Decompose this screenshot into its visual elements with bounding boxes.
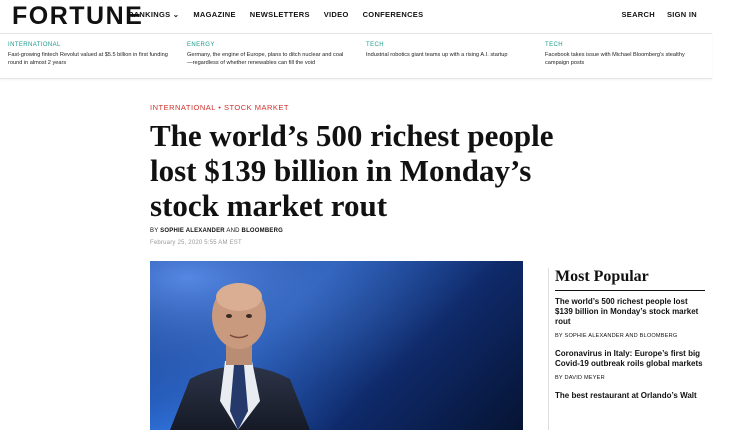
ticker-item[interactable]: ENERGY Germany, the engine of Europe, pl… [187,42,347,67]
fortune-logo[interactable]: FORTUNE [12,2,143,31]
article-headline: The world’s 500 richest people lost $139… [150,118,554,223]
nav-rankings[interactable]: RANKINGS ⌄ [128,10,179,19]
hero-image [150,261,523,430]
ticker-item[interactable]: INTERNATIONAL Fast-growing fintech Revol… [8,42,168,67]
headline-ticker: INTERNATIONAL Fast-growing fintech Revol… [0,33,712,79]
popular-item-byline: BY DAVID MEYER [555,375,605,381]
ticker-headline[interactable]: Industrial robotics giant teams up with … [366,51,526,59]
author-link[interactable]: BLOOMBERG [242,228,283,234]
hero-photo-illustration [150,261,523,430]
ticker-item[interactable]: TECH Industrial robotics giant teams up … [366,42,526,59]
ticker-category: TECH [366,42,384,48]
author-link[interactable]: SOPHIE ALEXANDER [160,228,225,234]
nav-magazine[interactable]: MAGAZINE [193,10,235,19]
ticker-category: INTERNATIONAL [8,42,61,48]
article-kicker[interactable]: INTERNATIONAL • STOCK MARKET [150,103,289,112]
divider [555,290,705,291]
byline-prefix: BY [150,228,159,234]
article-byline: BY SOPHIE ALEXANDER AND BLOOMBERG [150,228,283,234]
nav-video[interactable]: VIDEO [324,10,349,19]
top-navigation: FORTUNE RANKINGS ⌄ MAGAZINE NEWSLETTERS … [0,0,735,30]
main-menu: RANKINGS ⌄ MAGAZINE NEWSLETTERS VIDEO CO… [128,10,423,19]
ticker-headline[interactable]: Fast-growing fintech Revolut valued at $… [8,51,168,67]
sign-in-link[interactable]: SIGN IN [667,10,697,19]
ticker-category: ENERGY [187,42,215,48]
most-popular-title: Most Popular [555,268,649,285]
popular-item-title[interactable]: The world’s 500 richest people lost $139… [555,297,705,327]
nav-conferences[interactable]: CONFERENCES [363,10,424,19]
nav-newsletters[interactable]: NEWSLETTERS [250,10,310,19]
search-link[interactable]: SEARCH [621,10,654,19]
popular-item-title[interactable]: Coronavirus in Italy: Europe’s first big… [555,349,705,369]
byline-and: AND [226,228,240,234]
popular-item-byline: BY SOPHIE ALEXANDER AND BLOOMBERG [555,333,678,339]
ticker-item[interactable]: TECH Facebook takes issue with Michael B… [545,42,705,67]
ticker-category: TECH [545,42,563,48]
most-popular-panel: Most Popular The world’s 500 richest peo… [548,268,705,430]
ticker-headline[interactable]: Facebook takes issue with Michael Bloomb… [545,51,705,67]
popular-item-title[interactable]: The best restaurant at Orlando’s Walt [555,391,705,401]
article-date: February 25, 2020 5:55 AM EST [150,240,242,246]
ticker-headline[interactable]: Germany, the engine of Europe, plans to … [187,51,347,67]
nav-utility: SEARCH SIGN IN [621,10,697,19]
